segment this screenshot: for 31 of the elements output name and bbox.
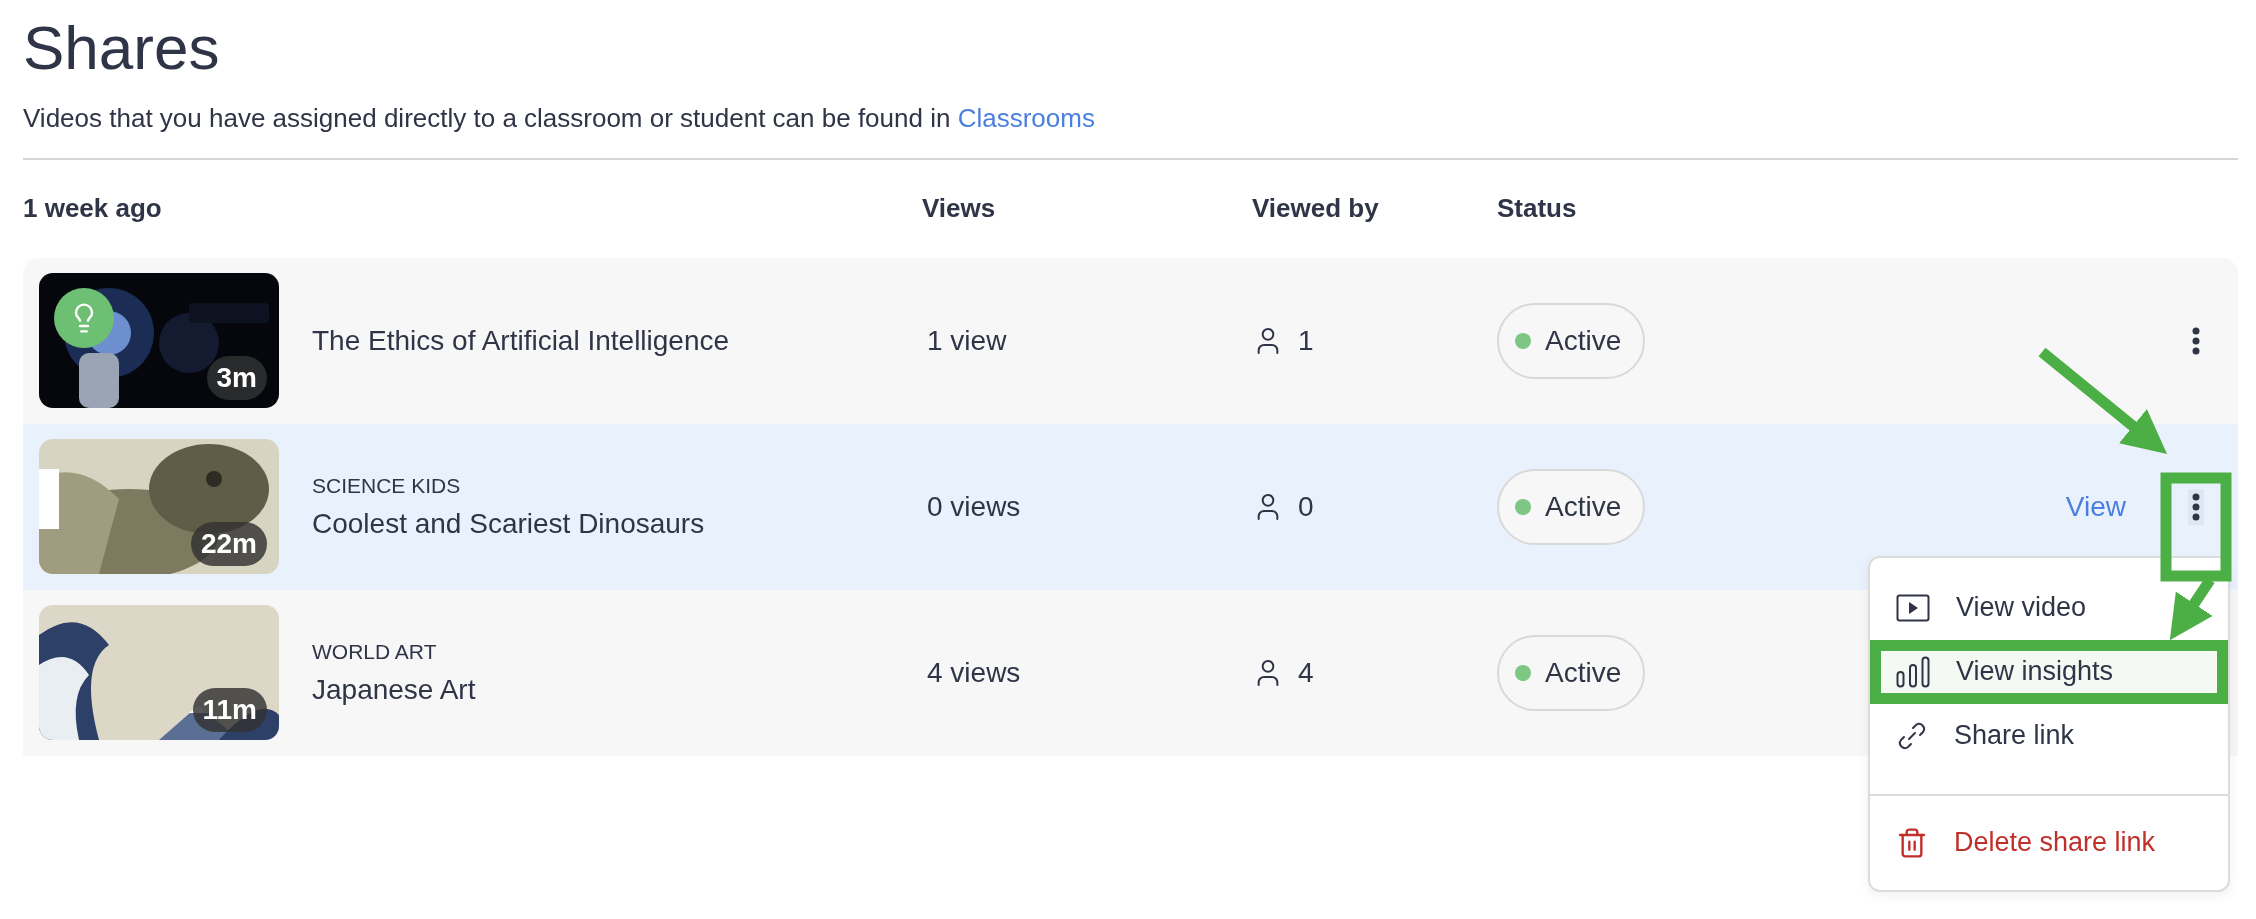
viewers-count: 0 [1298, 491, 1314, 523]
column-header: Views [922, 193, 997, 225]
column-header: Viewed by [1252, 193, 1380, 225]
channel-name: WORLD ART [312, 640, 438, 664]
status-badge: Active [1497, 303, 1646, 379]
share-row[interactable]: 22m SCIENCE KIDS Coolest and Scariest Dinosaurs 0 views 0 Active View [23, 424, 2238, 590]
menu-item[interactable]: Delete share link [1870, 794, 2228, 878]
play-icon [1896, 594, 1930, 622]
menu-item[interactable]: View insights [1870, 640, 2228, 704]
views-count: 1 view [927, 325, 1008, 357]
views-count: 4 views [927, 657, 1022, 689]
page-description: Videos that you have assigned directly to a classroom or student can be found in Classrooms [23, 102, 2238, 160]
kebab-icon [2192, 493, 2200, 521]
link-icon [1896, 720, 1928, 752]
video-title: The Ethics of Artificial Intelligence [312, 325, 731, 357]
video-title: Coolest and Scariest Dinosaurs [312, 508, 706, 540]
group-label: 1 week ago [23, 193, 163, 225]
trash-icon [1896, 827, 1928, 859]
video-title: Japanese Art [312, 674, 477, 706]
views-count: 0 views [927, 491, 1022, 523]
page-title: Shares [23, 14, 221, 83]
bar-chart-icon [1896, 656, 1930, 688]
channel-name: SCIENCE KIDS [312, 474, 462, 498]
status-badge: Active [1497, 635, 1646, 711]
status-badge: Active [1497, 469, 1646, 545]
viewers-count: 4 [1298, 657, 1314, 689]
column-header: Status [1497, 193, 1578, 225]
kebab-icon [2192, 327, 2200, 355]
classrooms-link[interactable]: Classrooms [957, 103, 1095, 134]
more-menu-button[interactable] [2188, 489, 2204, 525]
viewers-count: 1 [1298, 325, 1314, 357]
